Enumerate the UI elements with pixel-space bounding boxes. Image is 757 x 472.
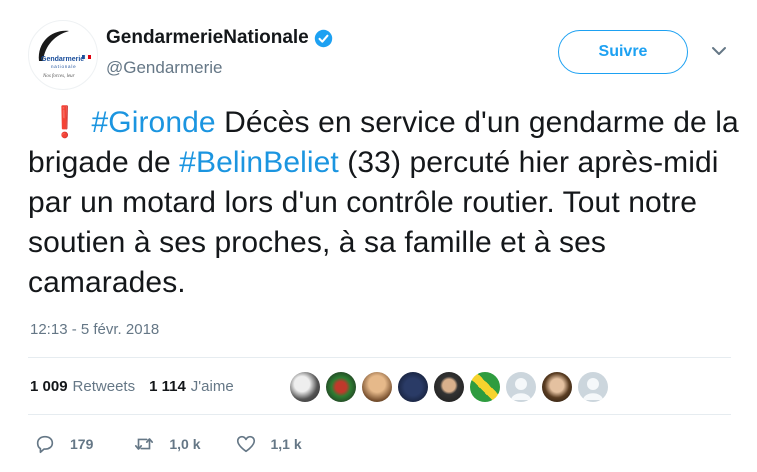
liker-avatar[interactable] bbox=[578, 372, 608, 402]
liker-avatar[interactable] bbox=[542, 372, 572, 402]
hashtag-gironde[interactable]: #Gironde bbox=[91, 106, 215, 139]
logo-text: Gendarmerie bbox=[41, 56, 84, 63]
like-button[interactable]: 1,1 k bbox=[235, 433, 302, 455]
default-user-icon bbox=[511, 378, 531, 400]
liker-avatar[interactable] bbox=[398, 372, 428, 402]
display-name[interactable]: GendarmerieNationale bbox=[106, 27, 309, 49]
gendarmerie-logo: Gendarmerie nationale Nos forces, leur bbox=[38, 30, 91, 79]
tweet-stats: 1 009 Retweets 1 114 J'aime bbox=[30, 378, 234, 395]
liker-avatar[interactable] bbox=[506, 372, 536, 402]
tweet-text: ❗ #Gironde Décès en service d'un gendarme… bbox=[28, 103, 740, 303]
retweet-icon bbox=[135, 438, 154, 450]
chevron-down-icon[interactable] bbox=[710, 44, 728, 58]
likes-count[interactable]: 1 114 bbox=[149, 378, 186, 395]
logo-subtext: nationale bbox=[51, 64, 76, 69]
liker-avatars bbox=[290, 372, 614, 402]
follow-button[interactable]: Suivre bbox=[558, 30, 688, 74]
tweet-timestamp[interactable]: 12:13 - 5 févr. 2018 bbox=[30, 321, 159, 338]
retweet-count: 1,0 k bbox=[169, 436, 201, 452]
logo-motto: Nos forces, leur bbox=[42, 74, 75, 79]
heart-icon bbox=[236, 435, 255, 453]
reply-count: 179 bbox=[70, 436, 94, 452]
account-name-row[interactable]: GendarmerieNationale bbox=[106, 27, 333, 49]
reply-icon bbox=[36, 435, 54, 454]
divider-bottom bbox=[28, 414, 731, 415]
liker-avatar[interactable] bbox=[362, 372, 392, 402]
retweets-label[interactable]: Retweets bbox=[73, 378, 136, 395]
reply-button[interactable]: 179 bbox=[34, 433, 93, 455]
account-handle[interactable]: @Gendarmerie bbox=[106, 58, 222, 78]
liker-avatar[interactable] bbox=[326, 372, 356, 402]
liker-avatar[interactable] bbox=[434, 372, 464, 402]
hashtag-belinbeliet[interactable]: #BelinBeliet bbox=[179, 146, 339, 179]
account-avatar[interactable]: Gendarmerie nationale Nos forces, leur bbox=[28, 20, 98, 90]
likes-label[interactable]: J'aime bbox=[191, 378, 234, 395]
exclamation-emoji: ❗ bbox=[46, 106, 84, 139]
verified-badge-icon bbox=[314, 29, 332, 47]
retweet-button[interactable]: 1,0 k bbox=[133, 433, 201, 455]
liker-avatar[interactable] bbox=[470, 372, 500, 402]
like-count: 1,1 k bbox=[270, 436, 302, 452]
divider-top bbox=[28, 357, 731, 358]
default-user-icon bbox=[583, 378, 603, 400]
retweets-count[interactable]: 1 009 bbox=[30, 378, 68, 395]
liker-avatar[interactable] bbox=[290, 372, 320, 402]
tweet-actions: 179 1,0 k 1,1 k bbox=[34, 433, 332, 455]
